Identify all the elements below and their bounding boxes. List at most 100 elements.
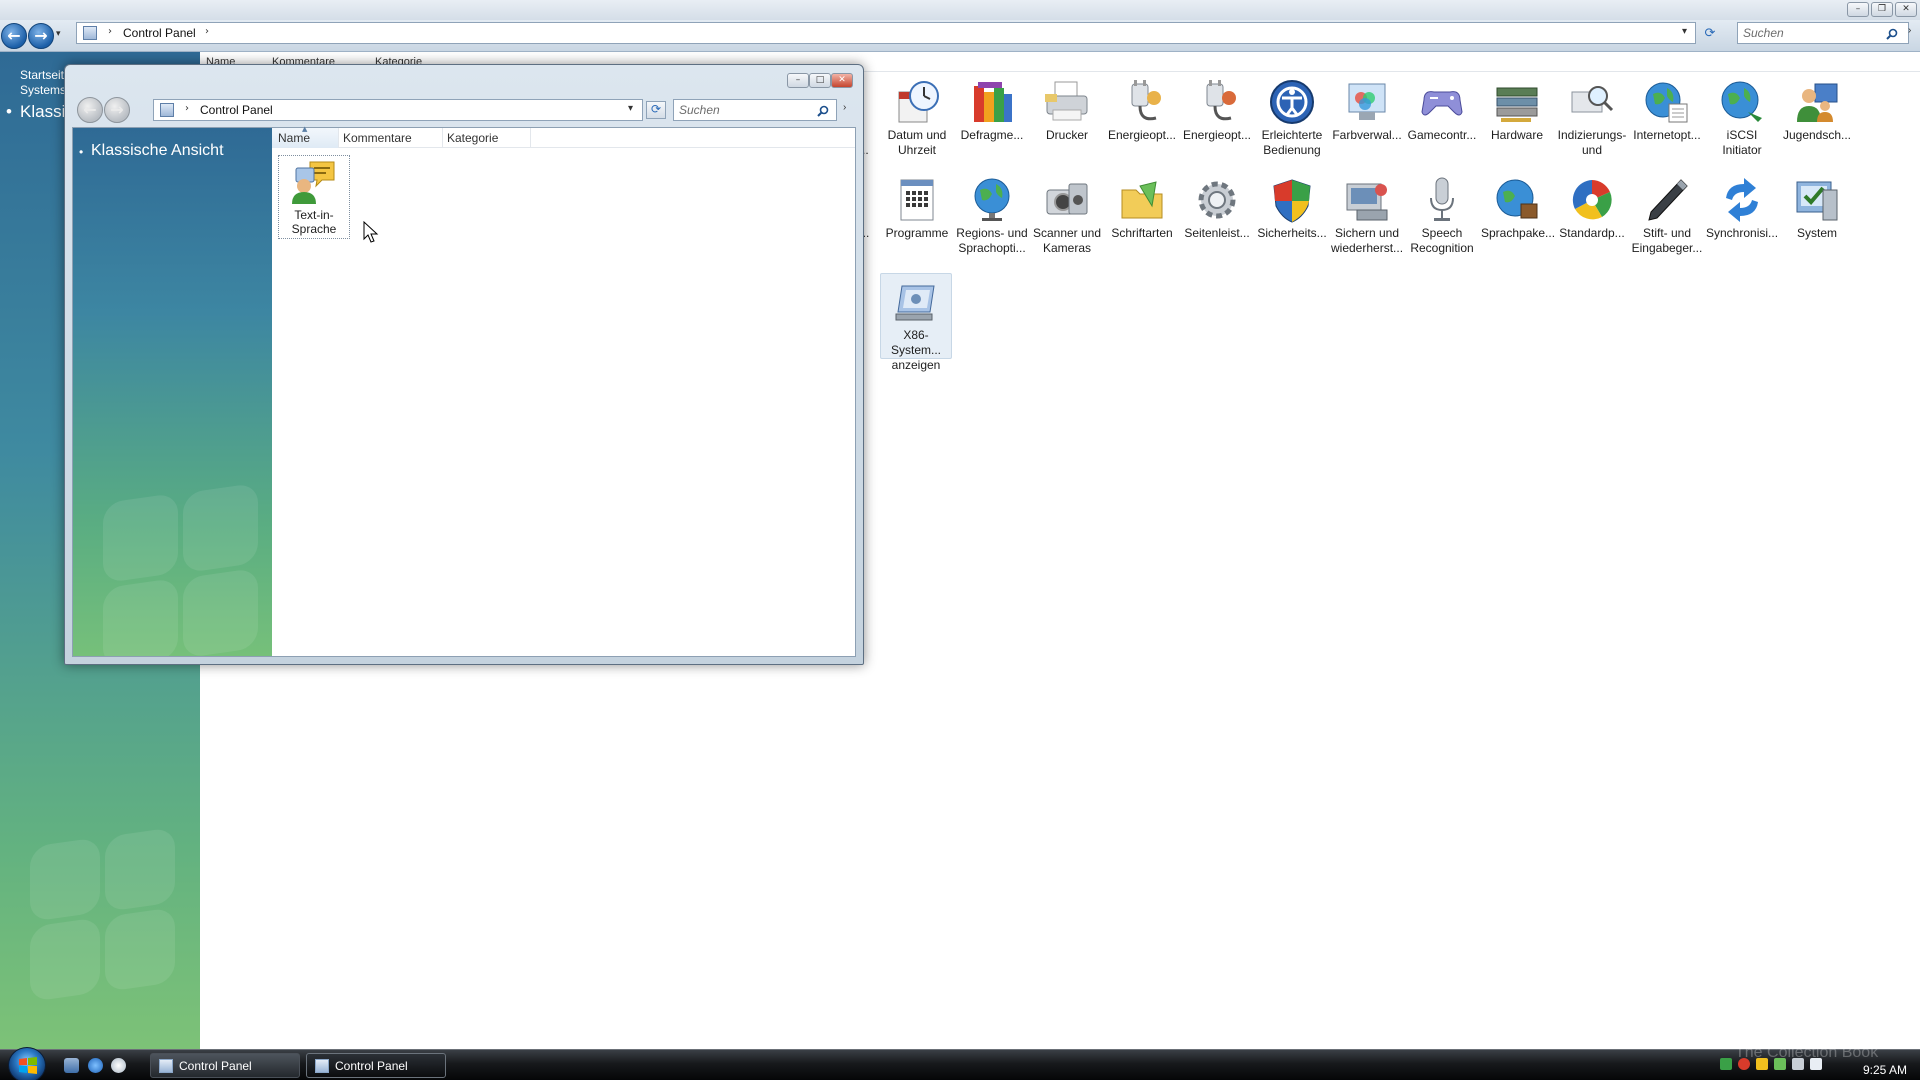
bullet-icon: •	[79, 145, 84, 159]
taskbar-button-control-panel-2[interactable]: Control Panel	[306, 1053, 446, 1078]
item-label: Jugendsch...	[1782, 128, 1852, 142]
refresh-icon[interactable]: ⟳	[1700, 26, 1720, 42]
cp-item-defragment[interactable]: Defragme...	[956, 78, 1028, 143]
sync-icon	[1726, 178, 1758, 222]
cp-item-hardware[interactable]: Hardware	[1481, 78, 1553, 143]
item-label: Scanner und Kameras	[1032, 226, 1102, 255]
breadcrumb-arrow-icon[interactable]: ›	[205, 26, 209, 37]
minimize-button[interactable]: –	[787, 73, 809, 88]
backup-icon	[1346, 183, 1388, 221]
column-category[interactable]: Kategorie	[447, 131, 498, 145]
minimize-button[interactable]: –	[1847, 2, 1869, 17]
show-desktop-icon[interactable]	[64, 1058, 79, 1073]
classic-view-link[interactable]: Klassi	[20, 102, 65, 122]
recent-pages-chevron-icon[interactable]: ▾	[56, 29, 61, 39]
cp-item-security-center[interactable]: Sicherheits...	[1256, 176, 1328, 241]
indexing-icon	[1571, 86, 1614, 113]
cp-item-language-packs[interactable]: Sprachpake...	[1481, 176, 1556, 241]
fonts-folder-icon	[1121, 181, 1163, 219]
breadcrumb-arrow-icon[interactable]: ›	[185, 103, 189, 114]
title-bar[interactable]: – □ ✕	[65, 65, 863, 93]
internet-explorer-icon[interactable]	[88, 1058, 103, 1073]
cp-item-speech-recognition[interactable]: Speech Recognition	[1406, 176, 1478, 256]
address-bar[interactable]: › Control Panel › ▾	[76, 22, 1696, 44]
start-button[interactable]	[8, 1047, 46, 1080]
column-divider[interactable]	[530, 128, 531, 148]
cp-item-sidebar-properties[interactable]: Seitenleist...	[1181, 176, 1253, 241]
item-list: ▲ Name Kommentare Kategorie Text-in-Spra…	[272, 125, 855, 656]
control-panel-home-link-line2[interactable]: Systems	[20, 83, 66, 97]
x86-system-icon	[895, 285, 935, 321]
cp-item-date-time[interactable]: Datum und Uhrzeit	[881, 78, 953, 158]
cp-item-ease-of-access[interactable]: Erleichterte Bedienung	[1256, 78, 1328, 158]
item-label: Hardware	[1490, 128, 1544, 142]
restore-button[interactable]: ❐	[1871, 2, 1893, 17]
cp-item-scanners-cameras[interactable]: Scanner und Kameras	[1031, 176, 1103, 256]
cp-item-power-options[interactable]: Energieopt...	[1106, 78, 1178, 143]
cp-item-indexing[interactable]: Indizierungs- und	[1556, 78, 1628, 158]
maximize-button[interactable]: □	[809, 73, 831, 88]
cp-item-programs[interactable]: Programme	[881, 176, 953, 241]
cp-item-parental-controls[interactable]: Jugendsch...	[1781, 78, 1853, 143]
forward-button[interactable]: →	[28, 23, 54, 49]
cp-item-iscsi-initiator[interactable]: iSCSI Initiator	[1706, 78, 1778, 158]
address-bar[interactable]: › Control Panel ▾	[153, 99, 643, 121]
search-input[interactable]: Suchen	[1737, 22, 1909, 44]
cp-item-x86-system[interactable]: X86-System... anzeigen	[880, 273, 952, 372]
search-input[interactable]: Suchen	[673, 99, 837, 121]
sidebar-gear-icon	[1198, 181, 1236, 219]
item-label: Gamecontr...	[1407, 128, 1477, 142]
search-icon[interactable]	[817, 105, 829, 117]
item-label: System	[1796, 226, 1837, 240]
cp-item-color-management[interactable]: Farbverwal...	[1331, 78, 1403, 143]
taskbar-button-control-panel-1[interactable]: Control Panel	[150, 1053, 300, 1078]
address-toolbar: ← → › Control Panel ▾ ⟳ Suchen ›	[73, 93, 855, 127]
more-chevron-icon[interactable]: ›	[843, 102, 846, 113]
cp-item-sync-center[interactable]: Synchronisi...	[1706, 176, 1778, 241]
cp-item-printers[interactable]: Drucker	[1031, 78, 1103, 143]
breadcrumb-control-panel[interactable]: Control Panel	[123, 26, 196, 40]
more-chevron-icon[interactable]: ›	[1908, 25, 1911, 36]
close-button[interactable]: ✕	[831, 73, 853, 88]
internet-globe-icon	[1645, 82, 1688, 123]
refresh-icon[interactable]: ⟳	[646, 101, 666, 119]
column-divider[interactable]	[338, 128, 339, 148]
column-name[interactable]: Name	[278, 131, 310, 145]
address-dropdown-icon[interactable]: ▾	[628, 103, 633, 114]
ease-of-access-icon	[1270, 80, 1314, 124]
back-button[interactable]: ←	[77, 97, 103, 123]
network-icon[interactable]	[1720, 1058, 1732, 1070]
column-divider[interactable]	[442, 128, 443, 148]
cp-item-pen-input[interactable]: Stift- und Eingabeger...	[1631, 176, 1703, 256]
item-label: Sprachpake...	[1481, 226, 1556, 240]
window-content: • Klassische Ansicht ▲ Name Kommentare K…	[72, 125, 856, 657]
back-button[interactable]: ←	[1, 23, 27, 49]
cp-item-internet-options[interactable]: Internetopt...	[1631, 78, 1703, 143]
cp-item-default-programs[interactable]: Standardp...	[1556, 176, 1628, 241]
item-label: Sicherheits...	[1257, 226, 1327, 240]
cp-item-fonts[interactable]: Schriftarten	[1106, 176, 1178, 241]
windows-flag-watermark	[103, 492, 178, 584]
item-label: Regions- und Sprachopti...	[956, 226, 1028, 255]
breadcrumb-control-panel[interactable]: Control Panel	[200, 103, 273, 117]
search-icon[interactable]	[1886, 28, 1898, 40]
cp-item-backup-restore[interactable]: Sichern und wiederherst...	[1331, 176, 1403, 256]
cp-item-text-to-speech[interactable]: Text-in-Sprache	[278, 155, 350, 239]
address-dropdown-icon[interactable]: ▾	[1682, 26, 1687, 37]
classic-view-link[interactable]: Klassische Ansicht	[91, 142, 224, 160]
cp-item-game-controllers[interactable]: Gamecontr...	[1406, 78, 1478, 143]
media-player-icon[interactable]	[111, 1058, 126, 1073]
close-button[interactable]: ✕	[1895, 2, 1917, 17]
cp-item-power-options-2[interactable]: Energieopt...	[1181, 78, 1253, 143]
cp-item-system[interactable]: System	[1781, 176, 1853, 241]
clock[interactable]: 9:25 AM	[1863, 1063, 1907, 1077]
power-plug-icon	[1206, 80, 1236, 121]
item-label: Energieopt...	[1107, 128, 1177, 142]
column-comments[interactable]: Kommentare	[343, 131, 412, 145]
forward-button[interactable]: →	[104, 97, 130, 123]
security-shield-icon	[1273, 179, 1311, 223]
breadcrumb-arrow-icon[interactable]: ›	[108, 26, 112, 37]
item-label: X86-System... anzeigen	[890, 328, 941, 372]
taskbar: Control Panel Control Panel 9:25 AM	[0, 1047, 1920, 1080]
cp-item-regional-options[interactable]: Regions- und Sprachopti...	[956, 176, 1028, 256]
